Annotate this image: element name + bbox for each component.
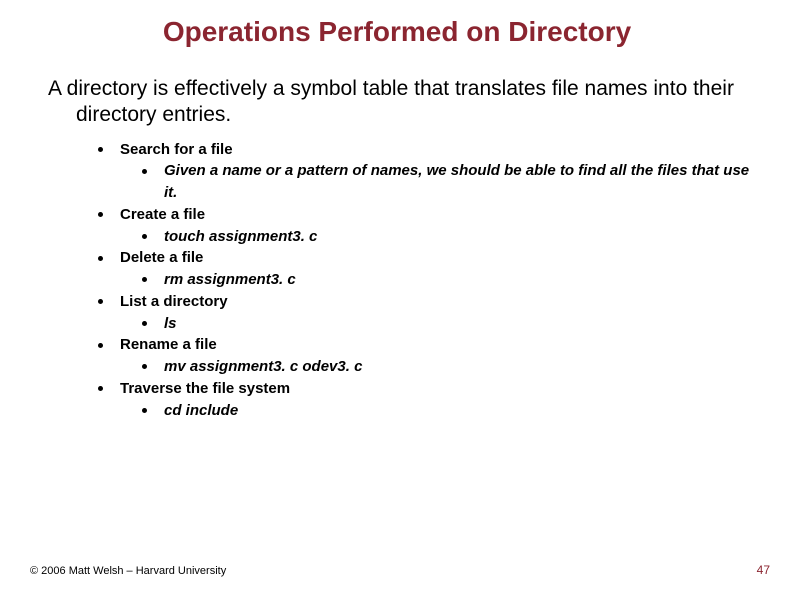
list-item: Search for a file Given a name or a patt… bbox=[98, 139, 754, 204]
item-label: Create a file bbox=[120, 206, 205, 223]
operations-list: Search for a file Given a name or a patt… bbox=[0, 139, 794, 422]
list-item: Delete a file rm assignment3. c bbox=[98, 247, 754, 291]
slide: Operations Performed on Directory A dire… bbox=[0, 0, 794, 595]
sub-list: cd include bbox=[120, 400, 754, 422]
footer-copyright: © 2006 Matt Welsh – Harvard University bbox=[30, 565, 226, 577]
list-item: Traverse the file system cd include bbox=[98, 378, 754, 422]
list-item: Create a file touch assignment3. c bbox=[98, 204, 754, 248]
slide-title: Operations Performed on Directory bbox=[0, 0, 794, 56]
sub-list: rm assignment3. c bbox=[120, 269, 754, 291]
sub-list: ls bbox=[120, 313, 754, 335]
sub-item: touch assignment3. c bbox=[142, 226, 754, 248]
list-item: List a directory ls bbox=[98, 291, 754, 335]
item-label: Delete a file bbox=[120, 249, 203, 266]
item-label: List a directory bbox=[120, 293, 228, 310]
sub-item: cd include bbox=[142, 400, 754, 422]
item-label: Traverse the file system bbox=[120, 380, 290, 397]
list-item: Rename a file mv assignment3. c odev3. c bbox=[98, 334, 754, 378]
sub-item: Given a name or a pattern of names, we s… bbox=[142, 160, 754, 204]
sub-list: mv assignment3. c odev3. c bbox=[120, 356, 754, 378]
sub-item: rm assignment3. c bbox=[142, 269, 754, 291]
sub-item: ls bbox=[142, 313, 754, 335]
sub-list: touch assignment3. c bbox=[120, 226, 754, 248]
sub-item: mv assignment3. c odev3. c bbox=[142, 356, 754, 378]
page-number: 47 bbox=[757, 563, 770, 577]
sub-list: Given a name or a pattern of names, we s… bbox=[120, 160, 754, 204]
item-label: Search for a file bbox=[120, 141, 233, 158]
item-label: Rename a file bbox=[120, 336, 217, 353]
intro-text: A directory is effectively a symbol tabl… bbox=[48, 76, 754, 129]
